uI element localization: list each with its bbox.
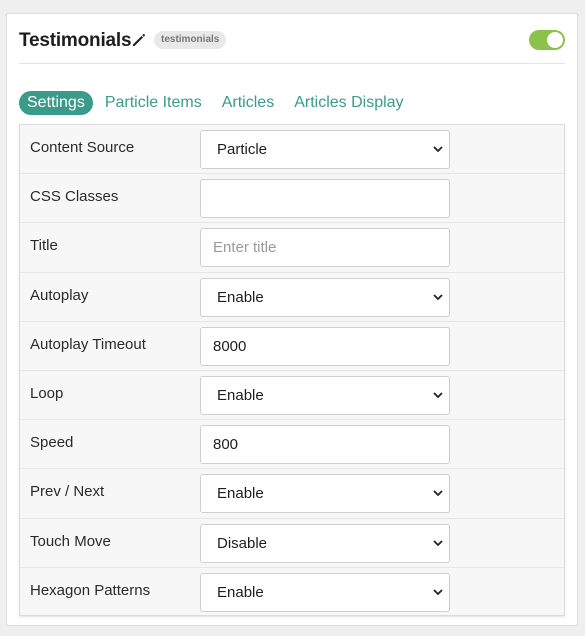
pencil-icon[interactable] (131, 32, 147, 48)
row-speed: Speed 800 (20, 420, 564, 470)
prev-next-select[interactable]: Enable (200, 474, 450, 514)
chevron-down-icon (433, 539, 443, 546)
tab-articles-display[interactable]: Articles Display (286, 91, 411, 115)
particle-title: Testimonials (19, 30, 132, 51)
content-source-select[interactable]: Particle (200, 130, 450, 169)
title-label: Title (30, 237, 58, 255)
row-hexagon-patterns: Hexagon Patterns Enable (20, 568, 564, 617)
hexagon-patterns-value: Enable (217, 583, 264, 601)
autoplay-label: Autoplay (30, 286, 89, 304)
row-autoplay: Autoplay Enable (20, 273, 564, 322)
row-touch-move: Touch Move Disable (20, 519, 564, 568)
row-prev-next: Prev / Next Enable (20, 469, 564, 519)
autoplay-timeout-input[interactable]: 8000 (200, 326, 450, 366)
prev-next-value: Enable (217, 485, 264, 503)
loop-label: Loop (30, 384, 64, 402)
particle-card: Testimonials testimonials Settings Parti… (6, 13, 578, 626)
row-content-source: Content Source Particle (20, 125, 564, 175)
css-classes-label: CSS Classes (30, 188, 119, 206)
row-autoplay-timeout: Autoplay Timeout 8000 (20, 322, 564, 371)
row-title: Title Enter title (20, 223, 564, 273)
autoplay-select[interactable]: Enable (200, 277, 450, 317)
chevron-down-icon (433, 589, 443, 595)
chevron-down-icon (433, 293, 443, 300)
css-classes-input[interactable] (200, 179, 450, 219)
tab-articles[interactable]: Articles (214, 91, 282, 115)
tab-particle-items[interactable]: Particle Items (97, 91, 210, 115)
content-source-label: Content Source (30, 139, 135, 156)
tab-settings[interactable]: Settings (19, 91, 93, 115)
chevron-down-icon (433, 490, 443, 497)
touch-move-value: Disable (217, 534, 268, 552)
autoplay-timeout-value: 8000 (213, 337, 247, 355)
title-input[interactable]: Enter title (200, 228, 450, 268)
content-source-value: Particle (217, 141, 268, 158)
settings-panel: Content Source Particle CSS Classes Titl… (19, 124, 565, 616)
autoplay-timeout-label: Autoplay Timeout (30, 335, 146, 353)
speed-input[interactable]: 800 (200, 425, 450, 465)
speed-label: Speed (30, 434, 74, 452)
card-header: Testimonials testimonials (19, 28, 565, 64)
loop-value: Enable (217, 386, 264, 404)
prev-next-label: Prev / Next (30, 483, 105, 501)
tab-bar: Settings Particle Items Articles Article… (19, 91, 416, 115)
chevron-down-icon (433, 392, 443, 399)
type-badge: testimonials (154, 31, 227, 49)
autoplay-value: Enable (217, 288, 264, 306)
chevron-down-icon (433, 146, 443, 153)
speed-value: 800 (213, 436, 239, 454)
title-placeholder: Enter title (213, 239, 277, 257)
hexagon-patterns-label: Hexagon Patterns (30, 581, 151, 599)
row-loop: Loop Enable (20, 371, 564, 421)
toggle-knob (547, 32, 563, 48)
enabled-toggle[interactable] (529, 30, 565, 50)
loop-select[interactable]: Enable (200, 375, 450, 415)
touch-move-label: Touch Move (30, 532, 111, 550)
row-css-classes: CSS Classes (20, 174, 564, 224)
hexagon-patterns-select[interactable]: Enable (200, 572, 450, 612)
touch-move-select[interactable]: Disable (200, 523, 450, 563)
